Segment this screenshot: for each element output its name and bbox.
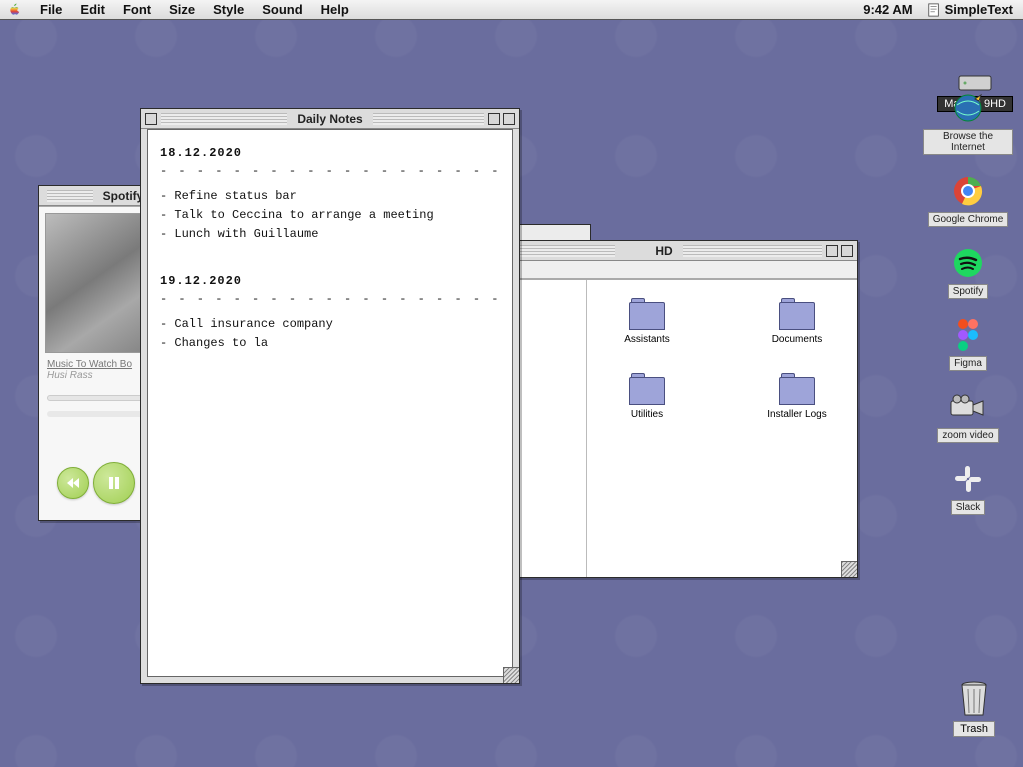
play-pause-button[interactable] bbox=[93, 462, 135, 504]
desktop-icon-figma[interactable]: Figma bbox=[923, 317, 1013, 371]
folder-icon bbox=[777, 373, 817, 405]
folder-installer-logs[interactable]: Installer Logs bbox=[757, 373, 837, 420]
collapse-button[interactable] bbox=[841, 245, 853, 257]
folder-icon bbox=[777, 298, 817, 330]
desktop-icon-slack[interactable]: Slack bbox=[923, 461, 1013, 515]
camcorder-icon bbox=[948, 389, 988, 425]
desktop-icon-spotify[interactable]: Spotify bbox=[923, 245, 1013, 299]
menu-sound[interactable]: Sound bbox=[262, 2, 302, 17]
menubar: File Edit Font Size Style Sound Help 9:4… bbox=[0, 0, 1023, 20]
desktop-icon-google-chrome[interactable]: Google Chrome bbox=[923, 173, 1013, 227]
menu-font[interactable]: Font bbox=[123, 2, 151, 17]
simpletext-icon bbox=[927, 3, 941, 17]
daily-notes-window[interactable]: Daily Notes 18.12.2020 - - - - - - - - -… bbox=[140, 108, 520, 684]
folder-icon bbox=[627, 373, 667, 405]
menu-edit[interactable]: Edit bbox=[80, 2, 105, 17]
notes-text-area[interactable]: 18.12.2020 - - - - - - - - - - - - - - -… bbox=[147, 129, 513, 677]
slack-icon bbox=[948, 461, 988, 497]
zoom-button[interactable] bbox=[826, 245, 838, 257]
menu-size[interactable]: Size bbox=[169, 2, 195, 17]
figma-icon bbox=[948, 317, 988, 353]
folder-assistants[interactable]: Assistants bbox=[607, 298, 687, 345]
spotify-icon bbox=[948, 245, 988, 281]
menu-file[interactable]: File bbox=[40, 2, 62, 17]
finder-content: Assistants Documents Utilities Installer… bbox=[587, 280, 857, 577]
globe-icon bbox=[948, 90, 988, 126]
menu-help[interactable]: Help bbox=[321, 2, 349, 17]
apple-menu-icon[interactable] bbox=[8, 3, 22, 17]
trashcan-icon bbox=[956, 679, 992, 719]
close-button[interactable] bbox=[145, 113, 157, 125]
desktop-icon-browse-internet[interactable]: Browse the Internet bbox=[923, 90, 1013, 155]
folder-utilities[interactable]: Utilities bbox=[607, 373, 687, 420]
previous-track-button[interactable] bbox=[57, 467, 89, 499]
resize-handle[interactable] bbox=[841, 561, 857, 577]
menubar-clock[interactable]: 9:42 AM bbox=[863, 2, 912, 17]
collapse-button[interactable] bbox=[503, 113, 515, 125]
resize-handle[interactable] bbox=[503, 667, 519, 683]
notes-titlebar[interactable]: Daily Notes bbox=[141, 109, 519, 129]
menu-style[interactable]: Style bbox=[213, 2, 244, 17]
application-menu[interactable]: SimpleText bbox=[927, 2, 1013, 17]
chrome-icon bbox=[948, 173, 988, 209]
folder-documents[interactable]: Documents bbox=[757, 298, 837, 345]
trash-icon[interactable]: Trash bbox=[953, 679, 995, 737]
zoom-button[interactable] bbox=[488, 113, 500, 125]
desktop-icon-zoom-video[interactable]: zoom video bbox=[923, 389, 1013, 443]
folder-icon bbox=[627, 298, 667, 330]
